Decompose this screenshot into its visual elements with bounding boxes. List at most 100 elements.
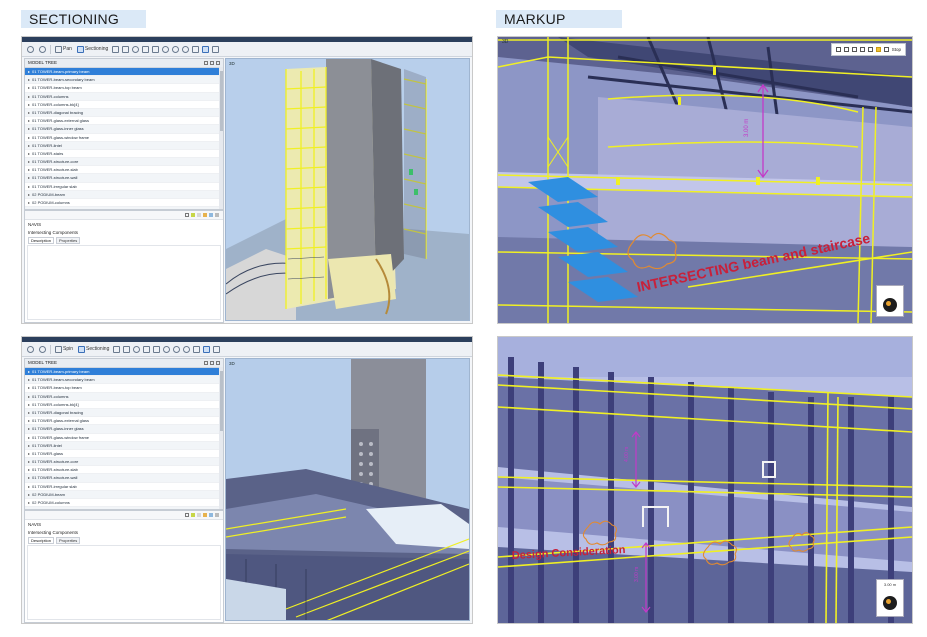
expand-arrow-icon[interactable]: ▸ xyxy=(28,134,30,141)
expand-arrow-icon[interactable]: ▸ xyxy=(28,199,30,206)
redo-button[interactable] xyxy=(38,344,47,354)
zoom-in-icon[interactable] xyxy=(173,345,181,353)
zoom-icon[interactable] xyxy=(162,45,170,53)
expand-arrow-icon[interactable]: ▸ xyxy=(28,393,30,400)
tree-row[interactable]: ▸ 01 TOWER-diagonal bracing xyxy=(25,108,223,118)
cube-icon[interactable] xyxy=(153,345,161,353)
expand-arrow-icon[interactable]: ▸ xyxy=(28,166,30,173)
expand-arrow-icon[interactable]: ▸ xyxy=(28,68,30,75)
expand-arrow-icon[interactable]: ▸ xyxy=(28,417,30,424)
3d-viewport[interactable]: 3D xyxy=(225,58,470,321)
tree-row[interactable]: ▸ 01 TOWER-columns xyxy=(25,392,223,401)
tree-row[interactable]: ▸ 02 PODIUM-columns xyxy=(25,199,223,208)
expand-arrow-icon[interactable]: ▸ xyxy=(28,93,30,100)
redo-button[interactable] xyxy=(38,44,47,54)
hide-icon[interactable] xyxy=(122,45,130,53)
tree-row[interactable]: ▸ 01 TOWER-structure-wall xyxy=(25,474,223,483)
select-icon[interactable] xyxy=(113,345,121,353)
tree-row[interactable]: ▸ 02 PODIUM-beam xyxy=(25,490,223,499)
arrow-icon[interactable] xyxy=(843,47,849,52)
pan-button[interactable]: Pan xyxy=(54,44,73,54)
expand-arrow-icon[interactable]: ▸ xyxy=(28,401,30,408)
expand-arrow-icon[interactable]: ▸ xyxy=(28,425,30,432)
tree-scrollbar[interactable] xyxy=(219,367,223,509)
tree-close-icon[interactable] xyxy=(216,361,220,365)
props-tool-icon[interactable] xyxy=(185,213,189,217)
measure-icon[interactable] xyxy=(212,45,220,53)
expand-arrow-icon[interactable]: ▸ xyxy=(28,434,30,441)
tree-option-icon[interactable] xyxy=(204,361,208,365)
expand-arrow-icon[interactable]: ▸ xyxy=(28,76,30,83)
expand-arrow-icon[interactable]: ▸ xyxy=(28,491,30,498)
expand-arrow-icon[interactable]: ▸ xyxy=(28,174,30,181)
pen-icon[interactable] xyxy=(835,47,841,52)
props-tool-icon[interactable] xyxy=(185,513,189,517)
camera-icon[interactable] xyxy=(203,345,211,353)
expand-arrow-icon[interactable]: ▸ xyxy=(28,109,30,116)
tree-filter-icon[interactable] xyxy=(210,361,214,365)
tree-row[interactable]: ▸ 01 TOWER-diagonal bracing xyxy=(25,408,223,418)
hide-icon[interactable] xyxy=(123,345,131,353)
tree-row[interactable]: ▸ 01 TOWER-columns-bk[4] xyxy=(25,401,223,409)
tree-row[interactable]: ▸ 01 TOWER-stairs xyxy=(25,150,223,159)
zoom-icon[interactable] xyxy=(163,345,171,353)
tree-row[interactable]: ▸ 01 TOWER-structure-slab xyxy=(25,466,223,475)
tree-row[interactable]: ▸ 01 TOWER-columns-bk[4] xyxy=(25,101,223,109)
expand-arrow-icon[interactable]: ▸ xyxy=(28,483,30,490)
expand-arrow-icon[interactable]: ▸ xyxy=(28,474,30,481)
undo-button[interactable] xyxy=(26,344,35,354)
expand-arrow-icon[interactable]: ▸ xyxy=(28,191,30,198)
expand-arrow-icon[interactable]: ▸ xyxy=(28,499,30,506)
tree-row[interactable]: ▸ 01 TOWER-beam-top beam xyxy=(25,84,223,93)
tree-row[interactable]: ▸ 02 PODIUM-beam xyxy=(25,190,223,199)
tree-row[interactable]: ▸ 01 TOWER-beam-secondary beam xyxy=(25,76,223,85)
expand-arrow-icon[interactable]: ▸ xyxy=(28,158,30,165)
expand-arrow-icon[interactable]: ▸ xyxy=(28,466,30,473)
tab-properties[interactable]: Properties xyxy=(56,237,81,244)
expand-arrow-icon[interactable]: ▸ xyxy=(28,117,30,124)
undo-button[interactable] xyxy=(26,44,35,54)
select-icon[interactable] xyxy=(112,45,120,53)
expand-arrow-icon[interactable]: ▸ xyxy=(28,409,30,416)
tree-row[interactable]: ▸ 01 TOWER-glass-external glass xyxy=(25,417,223,426)
expand-arrow-icon[interactable]: ▸ xyxy=(28,442,30,449)
tree-close-icon[interactable] xyxy=(216,61,220,65)
text-icon[interactable] xyxy=(867,47,873,52)
tree-row[interactable]: ▸ 01 TOWER-glass xyxy=(25,450,223,459)
tree-row[interactable]: ▸ 01 TOWER-beam-secondary beam xyxy=(25,376,223,385)
tree-row[interactable]: ▸ 01 TOWER-glass-inner glass xyxy=(25,125,223,134)
expand-arrow-icon[interactable]: ▸ xyxy=(28,150,30,157)
tree-row[interactable]: ▸ 01 TOWER-glass-inner glass xyxy=(25,425,223,434)
markup-viewport[interactable]: 4.00 m 3.00 m Design Consideration 3.00 … xyxy=(498,337,912,623)
tree-row[interactable]: ▸ 01 TOWER-beam-primary beam xyxy=(25,68,223,77)
navigation-wheel[interactable]: 3.00 m xyxy=(876,579,904,617)
tree-row[interactable]: ▸ 01 TOWER-irregular slab xyxy=(25,183,223,191)
tab-properties[interactable]: Properties xyxy=(56,537,81,544)
expand-arrow-icon[interactable]: ▸ xyxy=(28,183,30,190)
stop-button[interactable]: Stop xyxy=(892,47,901,52)
tree-row[interactable]: ▸ 01 TOWER-lintel xyxy=(25,441,223,450)
camera-icon[interactable] xyxy=(202,45,210,53)
markup-viewport[interactable]: 3D Stop 3.00 m INTERSECTING beam and sta… xyxy=(498,37,912,323)
zoom-out-icon[interactable] xyxy=(183,345,191,353)
tree-scrollbar[interactable] xyxy=(219,67,223,209)
tree-row[interactable]: ▸ 01 TOWER-structure-wall xyxy=(25,174,223,183)
spin-button[interactable]: Spin xyxy=(54,344,74,354)
rectangle-icon[interactable] xyxy=(859,47,865,52)
measure-icon[interactable] xyxy=(213,345,221,353)
sectioning-button[interactable]: Sectioning xyxy=(77,344,110,354)
tree-option-icon[interactable] xyxy=(204,61,208,65)
expand-arrow-icon[interactable]: ▸ xyxy=(28,458,30,465)
line-width-icon[interactable] xyxy=(883,47,889,52)
color-icon[interactable] xyxy=(875,47,881,52)
expand-arrow-icon[interactable]: ▸ xyxy=(28,376,30,383)
tree-row[interactable]: ▸ 01 TOWER-beam-top beam xyxy=(25,384,223,393)
tree-row[interactable]: ▸ 01 TOWER-lintel xyxy=(25,141,223,150)
zoom-in-icon[interactable] xyxy=(172,45,180,53)
tree-row[interactable]: ▸ 01 TOWER-structure-core xyxy=(25,158,223,167)
tree-row[interactable]: ▸ 01 TOWER-structure-slab xyxy=(25,166,223,175)
view-icon[interactable] xyxy=(142,45,150,53)
fit-icon[interactable] xyxy=(193,345,201,353)
cube-icon[interactable] xyxy=(152,45,160,53)
tab-description[interactable]: Description xyxy=(28,237,55,244)
